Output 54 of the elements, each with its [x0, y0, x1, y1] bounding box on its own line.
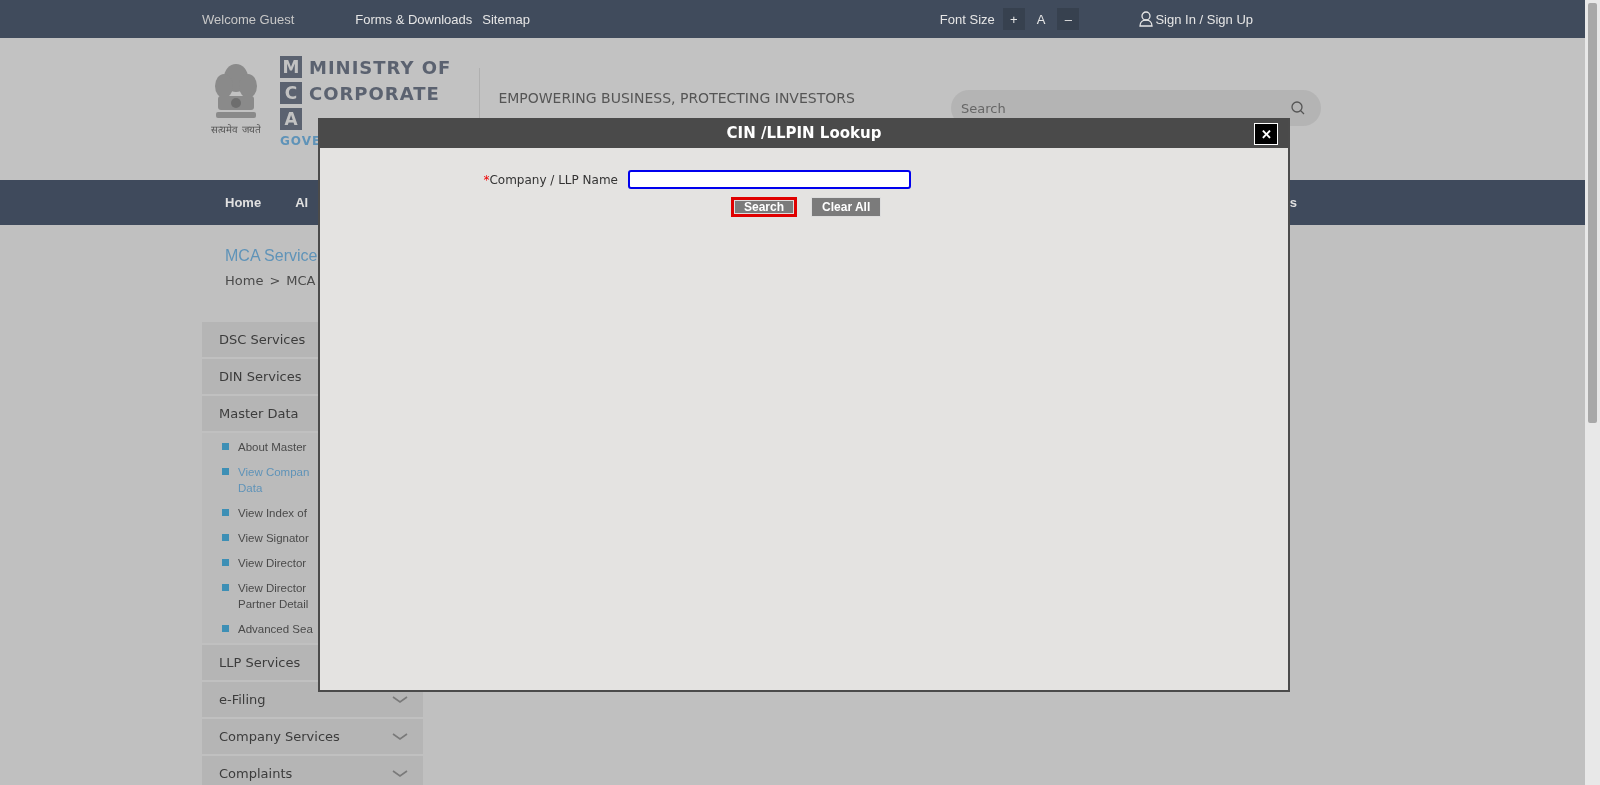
top-link[interactable]: Sitemap: [482, 11, 530, 27]
sidebar-label: DSC Services: [219, 332, 306, 347]
sidebar-label: Company Services: [219, 729, 340, 744]
submenu-link[interactable]: View Signator: [238, 530, 309, 546]
nav-item[interactable]: Al: [295, 195, 309, 210]
company-name-field[interactable]: [628, 170, 911, 189]
bullet-icon: [222, 625, 229, 632]
logo-word: MINISTRY OF: [309, 56, 452, 78]
breadcrumb-separator: >: [269, 273, 281, 288]
sign-in-link[interactable]: Sign In / Sign Up: [1139, 11, 1253, 27]
font-decrease-button[interactable]: –: [1057, 8, 1080, 30]
top-link[interactable]: Forms & Downloads: [355, 11, 473, 27]
sidebar-label: Master Data: [219, 406, 299, 421]
logo-letter: C: [280, 82, 302, 104]
bullet-icon: [222, 534, 229, 541]
logo-letter: A: [280, 108, 302, 130]
bullet-icon: [222, 443, 229, 450]
sidebar-label: DIN Services: [219, 369, 302, 384]
submenu-link[interactable]: View Director Partner Detail: [238, 580, 309, 612]
close-button[interactable]: ✕: [1254, 123, 1278, 145]
welcome-text: Welcome Guest: [202, 11, 295, 27]
search-button[interactable]: Search: [731, 197, 798, 217]
sidebar-label: Complaints: [219, 766, 293, 781]
motto-text: सत्यमेव जयते: [211, 123, 261, 136]
font-increase-button[interactable]: +: [1002, 8, 1025, 30]
submenu-link[interactable]: About Master: [238, 439, 307, 455]
breadcrumb-link[interactable]: Home: [225, 273, 264, 288]
sidebar-label: LLP Services: [219, 655, 301, 670]
scrollbar[interactable]: [1585, 0, 1600, 785]
font-size-label: Font Size: [939, 11, 995, 27]
dialog-title: CIN /LLPIN Lookup: [726, 124, 882, 142]
sidebar-label: e-Filing: [219, 692, 266, 707]
sidebar-item[interactable]: Complaints: [202, 756, 423, 785]
scrollbar-thumb[interactable]: [1588, 3, 1597, 423]
sidebar-item[interactable]: Company Services: [202, 719, 423, 754]
submenu-link[interactable]: Advanced Sea: [238, 621, 313, 637]
nav-item[interactable]: s: [1289, 195, 1297, 210]
bullet-icon: [222, 509, 229, 516]
page-title: MCA Service: [225, 247, 319, 265]
nav-item[interactable]: Home: [225, 195, 262, 210]
submenu-link[interactable]: View Index of: [238, 505, 307, 521]
clear-button[interactable]: Clear All: [811, 197, 882, 217]
logo-letter: M: [280, 56, 302, 78]
submenu-link[interactable]: View Director: [238, 555, 307, 571]
logo-word: CORPORATE: [309, 82, 440, 104]
field-label: *Company / LLP Name: [482, 172, 618, 187]
bullet-icon: [222, 559, 229, 566]
breadcrumb-link[interactable]: MCA: [286, 273, 316, 288]
bullet-icon: [222, 584, 229, 591]
bullet-icon: [222, 468, 229, 475]
logo-subtitle: GOVE: [280, 134, 323, 148]
tagline: EMPOWERING BUSINESS, PROTECTING INVESTORS: [498, 90, 855, 106]
user-icon: [1139, 11, 1154, 27]
font-reset-button[interactable]: A: [1032, 11, 1050, 27]
